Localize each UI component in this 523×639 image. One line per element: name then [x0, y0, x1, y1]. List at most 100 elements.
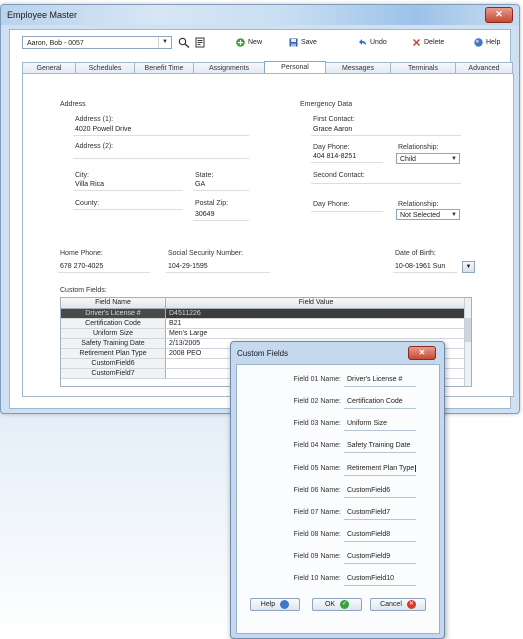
checkmark-icon: ✓: [340, 600, 350, 609]
ssn-field[interactable]: 104-29-1595: [168, 263, 208, 270]
day-phone2-field[interactable]: [311, 211, 383, 212]
field-08-underline: [344, 541, 416, 542]
county-field[interactable]: [73, 209, 183, 210]
undo-button[interactable]: Undo: [358, 36, 387, 49]
chevron-down-icon: ▼: [451, 156, 457, 162]
field-01-underline: [344, 386, 416, 387]
state-field[interactable]: GA: [195, 181, 205, 188]
employee-select-value: Aaron, Bob - 0057: [27, 40, 84, 47]
table-row[interactable]: Certification Code B21: [61, 319, 466, 329]
relationship-select-value: Child: [400, 156, 416, 163]
relationship-select[interactable]: Child ▼: [396, 153, 460, 164]
dialog-cancel-label: Cancel: [380, 601, 402, 608]
help-globe-icon: [474, 38, 483, 47]
row-field-value[interactable]: 2/13/2005: [169, 339, 200, 348]
help-globe-icon: [280, 600, 290, 609]
dob-field[interactable]: 10-08-1961 Sun: [395, 263, 445, 270]
day-phone2-label: Day Phone:: [313, 201, 350, 208]
address2-label: Address (2):: [75, 143, 114, 150]
address1-field[interactable]: 4020 Powell Drive: [75, 126, 131, 133]
undo-arrow-icon: [359, 39, 366, 45]
help-button-label: Help: [486, 39, 501, 46]
address2-field[interactable]: [73, 158, 249, 159]
grid-scrollbar-thumb[interactable]: [465, 318, 471, 342]
new-button[interactable]: New: [236, 36, 262, 49]
dialog-close-button[interactable]: ✕: [408, 346, 436, 360]
window-titlebar[interactable]: Employee Master ✕: [1, 5, 519, 25]
day-phone-field[interactable]: 404 814-8251: [313, 153, 356, 160]
delete-x-icon: [413, 39, 420, 46]
field-07-label: Field 07 Name:: [293, 509, 341, 516]
first-contact-underline: [311, 135, 461, 136]
window-title: Employee Master: [7, 10, 78, 20]
day-phone-label: Day Phone:: [313, 144, 350, 151]
field-10-input[interactable]: CustomField10: [347, 575, 394, 582]
help-button[interactable]: Help: [474, 36, 500, 49]
ssn-underline: [166, 272, 270, 273]
dob-label: Date of Birth:: [395, 250, 436, 257]
state-underline: [193, 190, 249, 191]
field-05-input[interactable]: Retirement Plan Type: [347, 465, 417, 472]
city-field[interactable]: Villa Rica: [75, 181, 104, 188]
table-row[interactable]: Driver's License # D4511226: [61, 309, 466, 319]
grid-col-field-value[interactable]: Field Value: [166, 298, 466, 308]
field-02-underline: [344, 408, 416, 409]
cancel-icon: ✕: [406, 600, 416, 609]
field-03-input[interactable]: Uniform Size: [347, 420, 387, 427]
field-04-underline: [344, 452, 416, 453]
dialog-ok-button[interactable]: OK ✓: [312, 598, 362, 611]
row-field-name: Driver's License #: [61, 309, 166, 318]
window-close-button[interactable]: ✕: [485, 7, 513, 23]
field-02-input[interactable]: Certification Code: [347, 398, 403, 405]
save-button[interactable]: Save: [289, 36, 317, 49]
county-label: County:: [75, 200, 100, 207]
field-09-input[interactable]: CustomField9: [347, 553, 390, 560]
delete-button[interactable]: Delete: [412, 36, 444, 49]
second-contact-field[interactable]: [311, 183, 461, 184]
dialog-help-button[interactable]: Help: [250, 598, 300, 611]
row-field-value[interactable]: Men's Large: [169, 329, 207, 338]
field-08-input[interactable]: CustomField8: [347, 531, 390, 538]
field-10-underline: [344, 585, 416, 586]
field-01-label: Field 01 Name:: [293, 376, 341, 383]
field-09-underline: [344, 563, 416, 564]
dialog-ok-label: OK: [324, 601, 336, 608]
new-button-label: New: [248, 39, 263, 46]
dialog-cancel-button[interactable]: Cancel ✕: [370, 598, 426, 611]
grid-header: Field Name Field Value: [61, 298, 471, 309]
field-01-input[interactable]: Driver's License #: [347, 376, 402, 383]
find-employee-icon[interactable]: [178, 37, 190, 48]
chevron-down-icon: ▼: [451, 212, 457, 218]
field-04-label: Field 04 Name:: [293, 442, 341, 449]
row-field-value[interactable]: D4511226: [169, 309, 201, 318]
day-phone-underline: [311, 162, 383, 163]
relationship2-select[interactable]: Not Selected ▼: [396, 209, 460, 220]
row-field-value[interactable]: B21: [169, 319, 181, 328]
city-underline: [73, 190, 183, 191]
grid-scrollbar[interactable]: [464, 298, 471, 386]
field-06-input[interactable]: CustomField6: [347, 487, 390, 494]
dialog-title: Custom Fields: [237, 349, 289, 358]
emergency-section-label: Emergency Data: [300, 101, 353, 108]
floppy-disk-icon: [289, 38, 298, 47]
report-icon[interactable]: [194, 37, 206, 48]
field-05-label: Field 05 Name:: [293, 465, 341, 472]
postal-label: Postal Zip:: [195, 200, 229, 207]
home-phone-field[interactable]: 678 270-4025: [60, 263, 103, 270]
calendar-dropdown-icon[interactable]: ▼: [462, 261, 475, 273]
field-07-input[interactable]: CustomField7: [347, 509, 390, 516]
table-row[interactable]: Uniform Size Men's Large: [61, 329, 466, 339]
grid-col-field-name[interactable]: Field Name: [61, 298, 166, 308]
row-field-value[interactable]: 2008 PEO: [169, 349, 201, 358]
row-field-name: Uniform Size: [61, 329, 166, 338]
postal-field[interactable]: 30649: [195, 211, 214, 218]
row-field-name: CustomField7: [61, 369, 166, 378]
chevron-down-icon: ▼: [158, 37, 171, 48]
field-10-label: Field 10 Name:: [293, 575, 341, 582]
field-04-input[interactable]: Safety Training Date: [347, 442, 410, 449]
dob-underline: [393, 272, 457, 273]
employee-select[interactable]: Aaron, Bob - 0057 ▼: [22, 36, 172, 49]
first-contact-field[interactable]: Grace Aaron: [313, 126, 352, 133]
postal-underline: [193, 220, 249, 221]
field-08-label: Field 08 Name:: [293, 531, 341, 538]
